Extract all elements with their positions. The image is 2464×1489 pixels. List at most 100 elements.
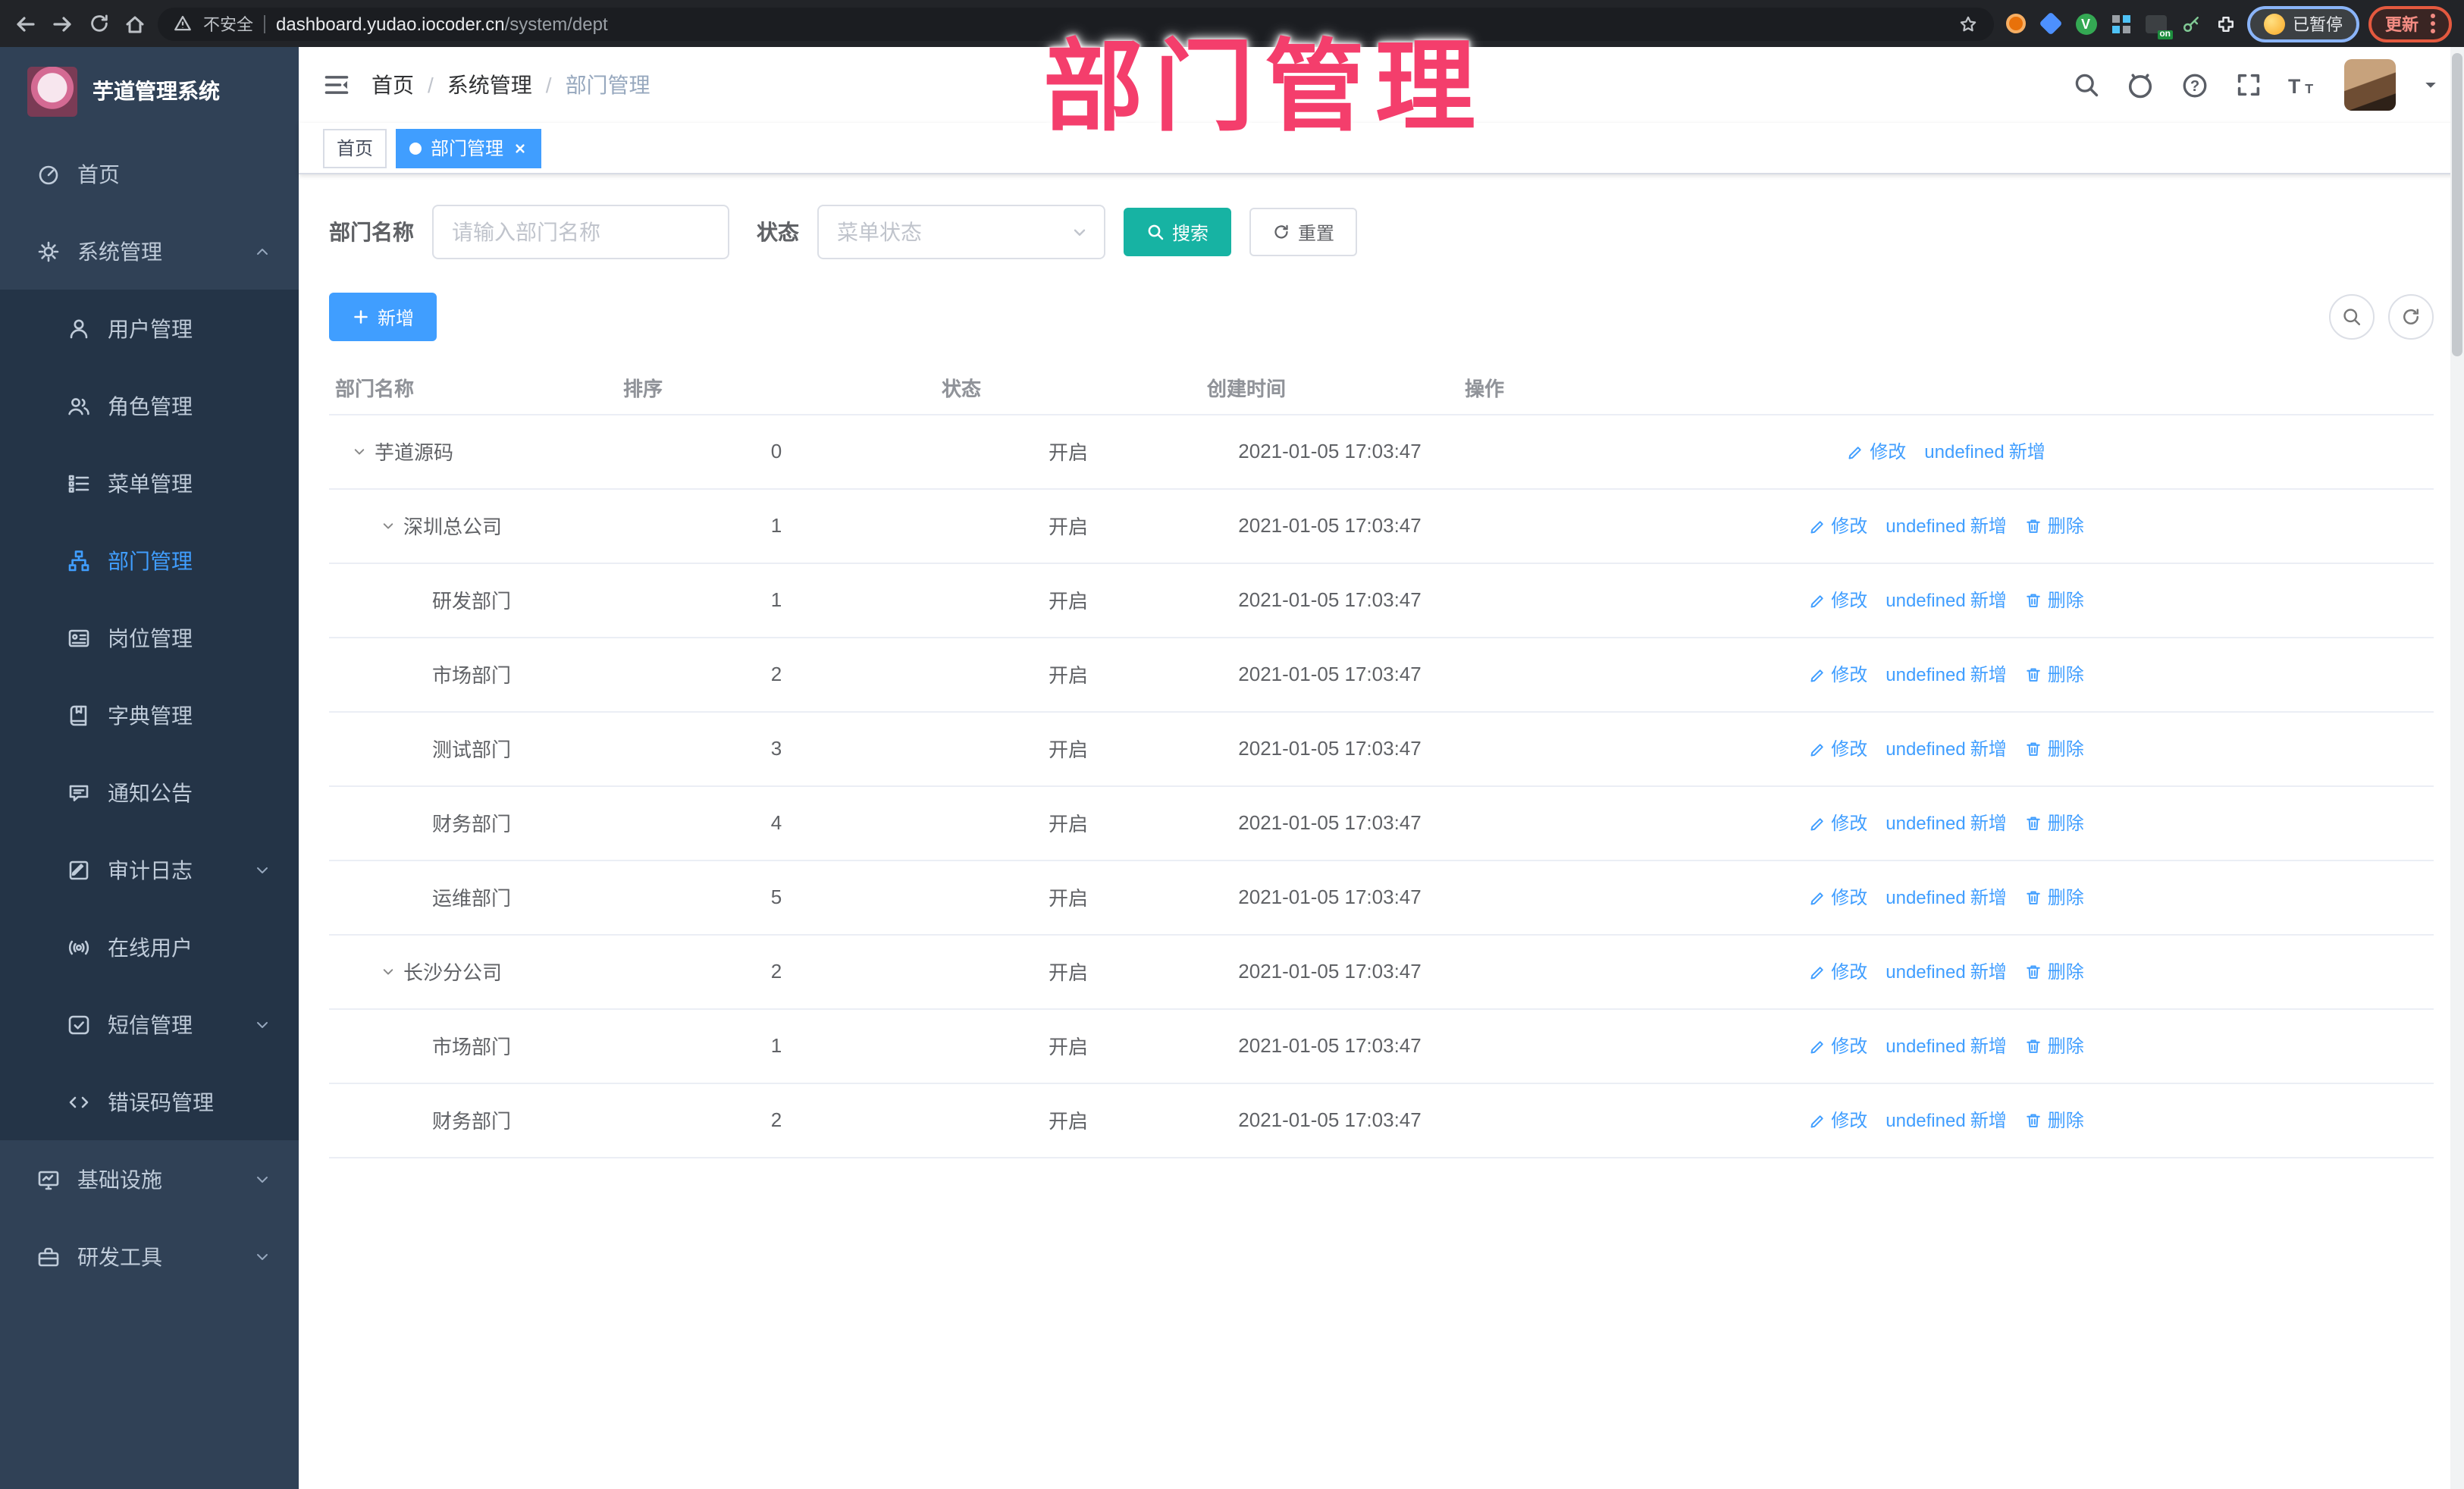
row-add-action[interactable]: undefined 新增 <box>1924 438 2045 464</box>
add-button[interactable]: 新增 <box>329 293 437 341</box>
extension-gem-icon[interactable] <box>2038 11 2064 36</box>
breadcrumb-home[interactable]: 首页 <box>371 70 414 100</box>
row-delete-action[interactable]: 删除 <box>2025 958 2084 984</box>
extension-grid-icon[interactable] <box>2108 11 2133 36</box>
dept-status: 开启 <box>936 934 1201 1009</box>
tab-close-icon[interactable] <box>513 140 528 155</box>
user-avatar[interactable] <box>2344 59 2396 111</box>
security-label[interactable]: 不安全 <box>203 11 253 36</box>
row-edit-action[interactable]: 修改 <box>1808 958 1867 984</box>
dept-status: 开启 <box>936 488 1201 563</box>
table-row: 长沙分公司 2 开启 2021-01-05 17:03:47 修改 undefined 新增… <box>329 934 2434 1009</box>
sidebar-item-6[interactable]: 岗位管理 <box>0 599 299 676</box>
fullscreen-icon[interactable] <box>2235 71 2262 99</box>
sidebar-item-9[interactable]: 审计日志 <box>0 831 299 908</box>
row-expand-icon[interactable] <box>379 516 403 534</box>
browser-menu-icon[interactable] <box>2431 14 2435 33</box>
row-edit-action[interactable]: 修改 <box>1808 1107 1867 1133</box>
sidebar-item-13[interactable]: 基础设施 <box>0 1140 299 1218</box>
extension-green-icon[interactable]: V <box>2073 11 2099 36</box>
header-search-icon[interactable] <box>2073 71 2100 99</box>
bookmark-star-icon[interactable] <box>1958 10 1979 37</box>
font-size-icon[interactable]: TT <box>2288 71 2318 99</box>
sidebar-item-3[interactable]: 角色管理 <box>0 367 299 444</box>
row-add-action[interactable]: undefined 新增 <box>1886 1033 2006 1058</box>
refresh-button[interactable] <box>2388 294 2434 340</box>
tab-dept-management[interactable]: 部门管理 <box>396 128 542 168</box>
row-expand-icon[interactable] <box>350 442 375 460</box>
search-button[interactable]: 搜索 <box>1124 208 1232 256</box>
sidebar-item-12[interactable]: 错误码管理 <box>0 1063 299 1140</box>
dept-name: 运维部门 <box>432 887 512 910</box>
dept-name-input[interactable] <box>432 205 729 259</box>
sidebar-item-10[interactable]: 在线用户 <box>0 908 299 986</box>
scrollbar-thumb[interactable] <box>2452 53 2462 356</box>
sidebar-item-2[interactable]: 用户管理 <box>0 290 299 367</box>
row-edit-action[interactable]: 修改 <box>1808 661 1867 687</box>
row-delete-action[interactable]: 删除 <box>2025 587 2084 613</box>
sidebar-item-11[interactable]: 短信管理 <box>0 986 299 1063</box>
browser-forward-icon[interactable] <box>49 10 76 37</box>
sidebar-item-1[interactable]: 系统管理 <box>0 212 299 290</box>
extension-on-badge-icon[interactable]: on <box>2143 11 2172 39</box>
breadcrumb-system[interactable]: 系统管理 <box>447 70 532 100</box>
row-add-action[interactable]: undefined 新增 <box>1886 884 2006 910</box>
row-add-action[interactable]: undefined 新增 <box>1886 735 2006 761</box>
sidebar-item-8[interactable]: 通知公告 <box>0 754 299 831</box>
help-icon[interactable]: ? <box>2180 71 2209 99</box>
row-add-action[interactable]: undefined 新增 <box>1886 1107 2006 1133</box>
status-select[interactable]: 菜单状态 <box>817 205 1105 259</box>
extension-key-icon[interactable] <box>2177 11 2203 36</box>
row-delete-action[interactable]: 删除 <box>2025 1107 2084 1133</box>
sidebar-item-5[interactable]: 部门管理 <box>0 522 299 599</box>
row-add-action[interactable]: undefined 新增 <box>1886 587 2006 613</box>
col-dept-name: 部门名称 <box>329 362 617 415</box>
dept-created: 2021-01-05 17:03:47 <box>1201 934 1459 1009</box>
extension-puzzle-icon[interactable] <box>2212 11 2238 36</box>
row-edit-action[interactable]: 修改 <box>1808 513 1867 538</box>
add-icon: undefined <box>1886 886 1966 908</box>
row-edit-action[interactable]: 修改 <box>1808 810 1867 835</box>
row-edit-action[interactable]: 修改 <box>1808 1033 1867 1058</box>
user-menu-caret-icon[interactable] <box>2422 76 2440 94</box>
dept-sort: 1 <box>617 488 936 563</box>
row-delete-action[interactable]: 删除 <box>2025 884 2084 910</box>
sidebar-item-14[interactable]: 研发工具 <box>0 1218 299 1295</box>
row-delete-action[interactable]: 删除 <box>2025 1033 2084 1058</box>
sidebar-collapse-icon[interactable] <box>323 71 350 99</box>
row-delete-action[interactable]: 删除 <box>2025 513 2084 538</box>
row-delete-action[interactable]: 删除 <box>2025 810 2084 835</box>
row-edit-action[interactable]: 修改 <box>1808 884 1867 910</box>
svg-text:?: ? <box>2190 77 2199 94</box>
row-add-action[interactable]: undefined 新增 <box>1886 661 2006 687</box>
extension-orange-icon[interactable] <box>2003 11 2029 36</box>
github-icon[interactable] <box>2126 71 2155 99</box>
sidebar-item-label: 错误码管理 <box>108 1089 214 1114</box>
row-edit-action[interactable]: 修改 <box>1847 438 1906 464</box>
row-add-action[interactable]: undefined 新增 <box>1886 958 2006 984</box>
row-edit-action[interactable]: 修改 <box>1808 735 1867 761</box>
row-edit-action[interactable]: 修改 <box>1808 587 1867 613</box>
browser-back-icon[interactable] <box>12 10 39 37</box>
org-tree-icon <box>67 548 91 572</box>
row-add-action[interactable]: undefined 新增 <box>1886 810 2006 835</box>
sidebar-item-0[interactable]: 首页 <box>0 135 299 212</box>
row-expand-icon[interactable] <box>379 962 403 980</box>
row-delete-action[interactable]: 删除 <box>2025 661 2084 687</box>
search-form: 部门名称 状态 菜单状态 搜索 重置 <box>329 205 2434 259</box>
reset-button[interactable]: 重置 <box>1249 208 1358 256</box>
browser-update-button[interactable]: 更新 <box>2368 5 2452 42</box>
toggle-search-button[interactable] <box>2329 294 2375 340</box>
dept-name: 市场部门 <box>432 664 512 687</box>
browser-profile-chip[interactable]: 已暂停 <box>2247 5 2359 42</box>
window-scrollbar[interactable] <box>2450 47 2464 1489</box>
browser-home-icon[interactable] <box>121 10 149 37</box>
row-delete-action[interactable]: 删除 <box>2025 735 2084 761</box>
browser-reload-icon[interactable] <box>85 10 112 37</box>
update-label: 更新 <box>2385 16 2419 34</box>
sidebar-item-7[interactable]: 字典管理 <box>0 676 299 754</box>
row-add-action[interactable]: undefined 新增 <box>1886 513 2006 538</box>
tab-home[interactable]: 首页 <box>323 128 387 168</box>
sidebar-item-4[interactable]: 菜单管理 <box>0 444 299 522</box>
omnibox-divider <box>264 14 265 33</box>
